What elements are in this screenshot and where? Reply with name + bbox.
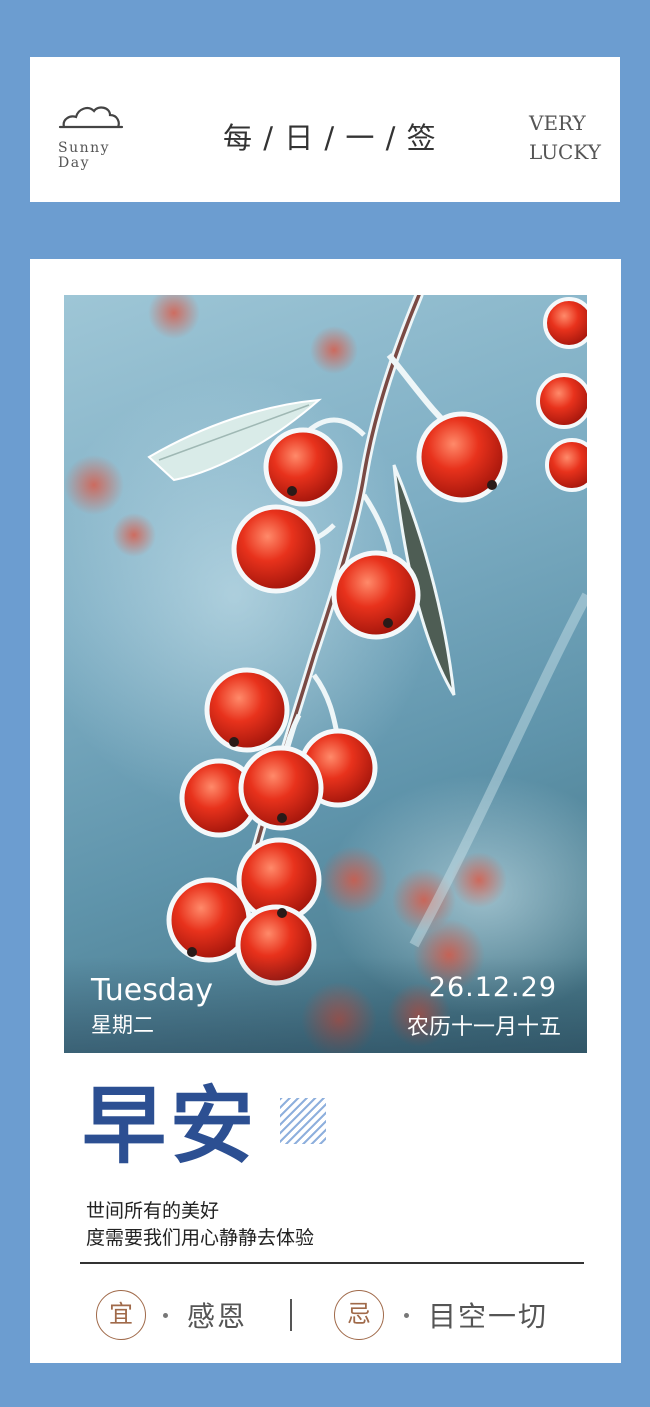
header-card: Sunny Day 每 / 日 / 一 / 签 VERY LUCKY: [30, 57, 620, 202]
yi-text: 感恩: [187, 1300, 248, 1333]
very-lucky-text: VERY LUCKY: [529, 109, 619, 167]
ji-text: 目空一切: [428, 1300, 549, 1333]
daily-sign-title: 每 / 日 / 一 / 签: [223, 121, 437, 155]
ji-badge: 忌: [334, 1290, 384, 1340]
quote-line2: 度需要我们用心静静去体验: [86, 1227, 315, 1249]
logo-line1: Sunny: [58, 140, 111, 156]
date: 26.12.29: [428, 972, 557, 1003]
lucky-line2: LUCKY: [529, 140, 601, 164]
weekday-cn: 星期二: [91, 1013, 154, 1037]
lunar-date: 农历十一月十五: [406, 1015, 561, 1040]
quote: 世间所有的美好 度需要我们用心静静去体验: [86, 1198, 314, 1252]
vertical-divider: [290, 1299, 292, 1331]
cloud-icon: [58, 106, 124, 129]
logo-text: Sunny Day: [58, 141, 128, 171]
quote-line1: 世间所有的美好: [86, 1200, 220, 1222]
lucky-line1: VERY: [529, 111, 586, 135]
logo-line2: Day: [58, 155, 90, 171]
sunny-day-logo: Sunny Day: [58, 101, 128, 181]
ji-dot: [404, 1313, 409, 1318]
yi-dot: [163, 1313, 168, 1318]
weekday-en: Tuesday: [91, 973, 214, 1008]
greeting-heading: 早安: [82, 1076, 259, 1175]
main-card: Tuesday 星期二 26.12.29 农历十一月十五 早安 世间所有的美好 …: [30, 259, 621, 1363]
yi-badge: 宜: [96, 1290, 146, 1340]
hatch-decoration: [280, 1098, 326, 1144]
divider-line: [80, 1262, 584, 1264]
frosted-berries-photo: Tuesday 星期二 26.12.29 农历十一月十五: [64, 295, 587, 1053]
berries-illustration: [64, 295, 587, 1053]
